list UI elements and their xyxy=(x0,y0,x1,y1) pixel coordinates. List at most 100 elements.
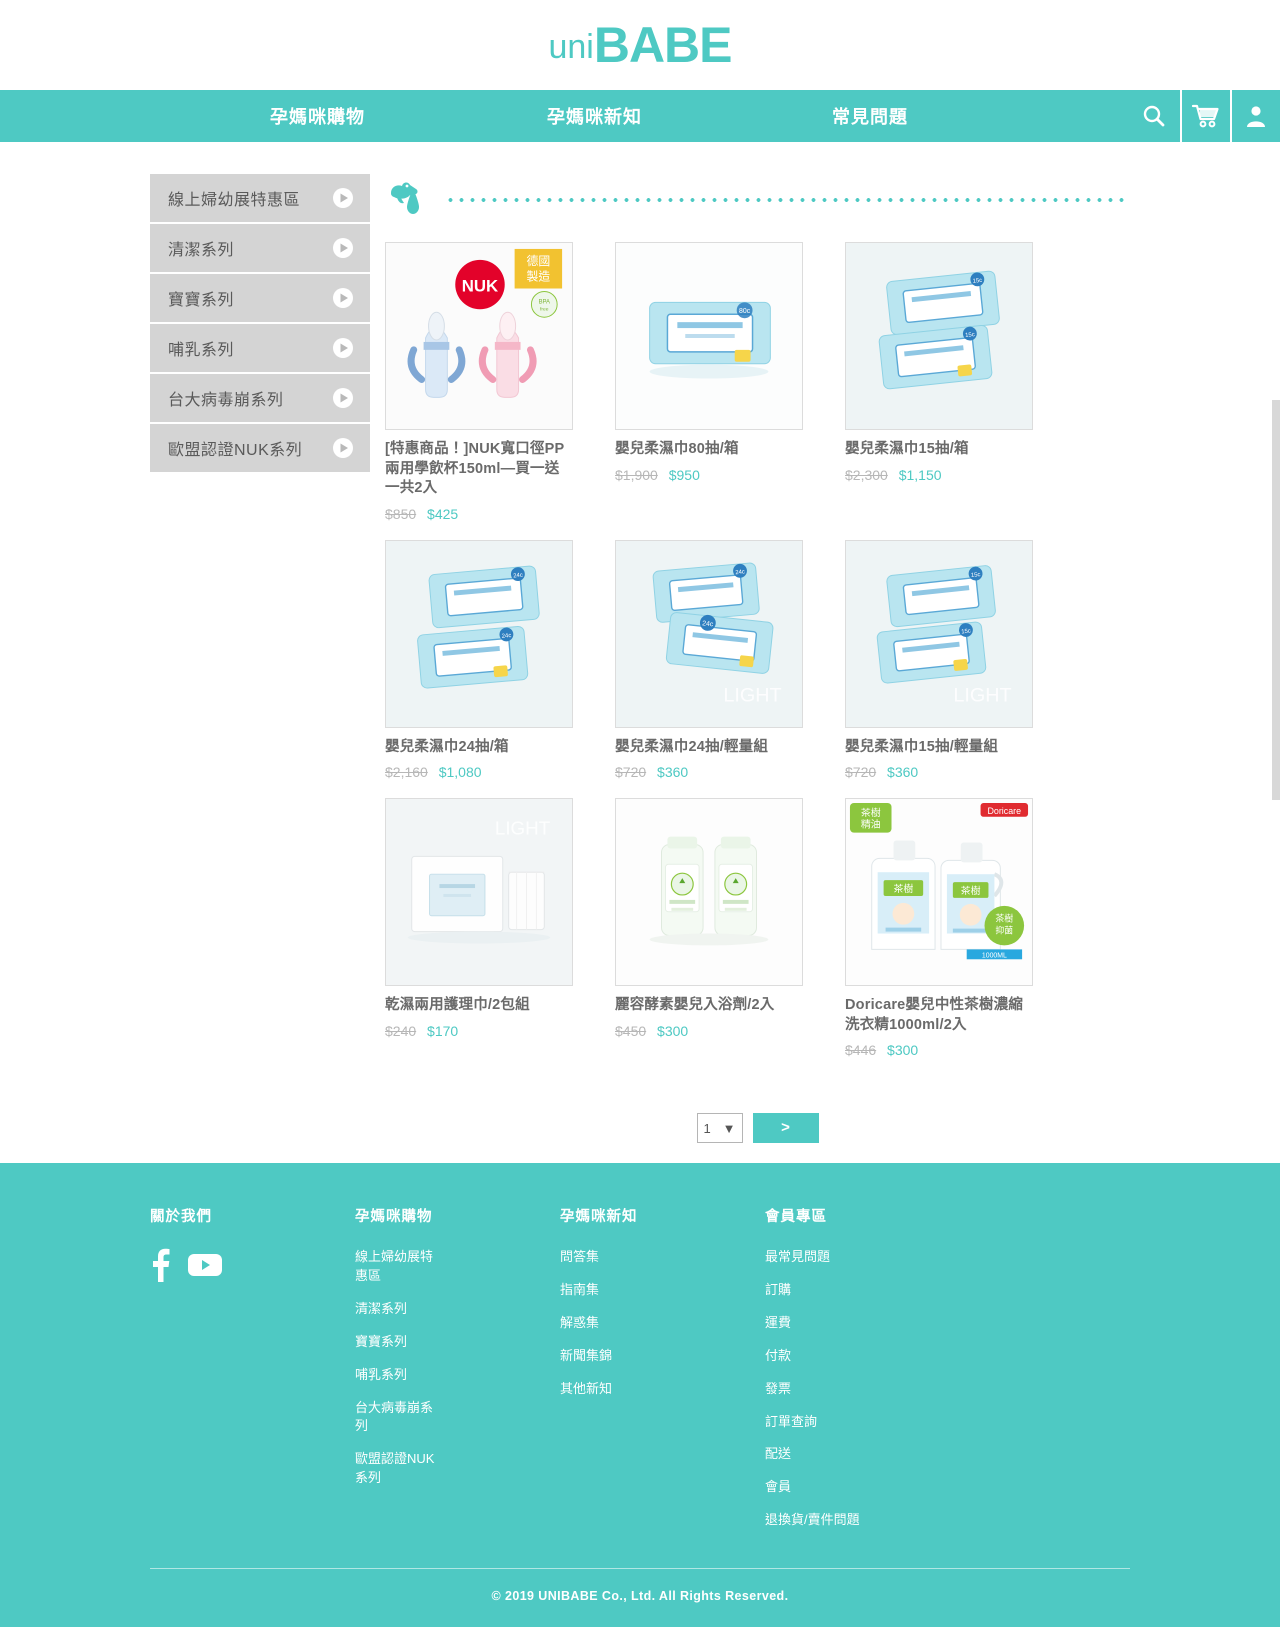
wipes-24-pair-illustration: 24c 24c xyxy=(386,540,572,727)
footer-link-member[interactable]: 退換貨/賣件問題 xyxy=(765,1511,875,1530)
product-card[interactable]: 麗容酵素嬰兒入浴劑/2入 $450 $300 xyxy=(615,798,803,1058)
product-image-wipes-15-light[interactable]: 15c 15c LIGHT xyxy=(845,539,1033,728)
footer-heading-shop: 孕媽咪購物 xyxy=(355,1209,433,1226)
product-card[interactable]: LIGHT 乾濕兩用護理巾/2包組 $240 $170 xyxy=(385,798,573,1058)
footer-link-shop[interactable]: 清潔系列 xyxy=(355,1300,445,1319)
page-scrollbar[interactable] xyxy=(1272,400,1280,800)
footer-link-news[interactable]: 問答集 xyxy=(560,1248,670,1267)
page-select-value: 1 xyxy=(703,1120,711,1136)
product-new-price: $1,080 xyxy=(438,764,482,781)
product-image-doricare-detergent[interactable]: 茶樹 精油 Doricare 茶樹 茶樹 茶樹 抑菌 1000ML xyxy=(845,798,1033,987)
footer-link-shop[interactable]: 歐盟認證NUK系列 xyxy=(355,1450,445,1488)
product-card[interactable]: 24c 24c 嬰兒柔濕巾24抽/箱 $2,160 $1,080 xyxy=(385,539,573,781)
product-title: 嬰兒柔濕巾15抽/輕量組 xyxy=(845,738,999,755)
logo-bar: uniBABE xyxy=(0,0,1280,90)
nav-item-faq[interactable]: 常見問題 xyxy=(832,103,908,129)
product-new-price: $360 xyxy=(887,764,919,781)
product-new-price: $170 xyxy=(427,1022,459,1039)
product-card[interactable]: 茶樹 精油 Doricare 茶樹 茶樹 茶樹 抑菌 1000ML Dorica… xyxy=(845,798,1033,1058)
youtube-icon[interactable] xyxy=(188,1252,222,1278)
play-circle-icon xyxy=(333,288,353,308)
play-circle-icon xyxy=(333,238,353,258)
product-old-price: $1,900 xyxy=(615,466,658,483)
footer-link-member[interactable]: 付款 xyxy=(765,1347,875,1366)
product-card[interactable]: 德國 製造 NUK BPA free [特惠商品！]NUK寬口徑PP兩用學飲杯1… xyxy=(385,242,573,522)
sidebar-item-label: 哺乳系列 xyxy=(168,342,235,359)
footer-link-member[interactable]: 訂單查詢 xyxy=(765,1413,875,1432)
product-image-nuk-learner-cups[interactable]: 德國 製造 NUK BPA free xyxy=(385,242,573,430)
svg-text:24c: 24c xyxy=(735,569,745,576)
footer-link-shop[interactable]: 哺乳系列 xyxy=(355,1366,445,1385)
sidebar-item-baby[interactable]: 寶寶系列 xyxy=(150,274,370,322)
svg-text:LIGHT: LIGHT xyxy=(723,684,781,706)
product-price-group: $850 $425 xyxy=(385,506,573,522)
wipes-80-single-illustration: 80c xyxy=(616,243,802,429)
product-card[interactable]: 24c 24c LIGHT 嬰兒柔濕巾24抽/輕量組 $720 $360 xyxy=(615,539,803,780)
logo-name: BABE xyxy=(593,17,733,73)
product-price-group: $450 $300 xyxy=(615,1023,803,1039)
product-old-price: $446 xyxy=(845,1042,877,1059)
sidebar-item-cleaning[interactable]: 清潔系列 xyxy=(150,224,370,272)
play-circle-icon xyxy=(333,188,353,208)
sidebar-item-antivirus[interactable]: 台大病毒崩系列 xyxy=(150,374,370,422)
footer-link-news[interactable]: 其他新知 xyxy=(560,1380,670,1399)
nav-item-shopping[interactable]: 孕媽咪購物 xyxy=(270,103,365,129)
footer-link-member[interactable]: 發票 xyxy=(765,1380,875,1399)
svg-text:LIGHT: LIGHT xyxy=(495,818,551,839)
play-circle-icon xyxy=(333,438,353,458)
footer-link-member[interactable]: 最常見問題 xyxy=(765,1248,875,1267)
site-logo[interactable]: uniBABE xyxy=(548,17,733,73)
svg-text:NUK: NUK xyxy=(462,276,498,295)
wipes-15-light-illustration: 15c 15c LIGHT xyxy=(846,540,1032,727)
copyright-text: © 2019 UNIBABE Co., Ltd. All Rights Rese… xyxy=(491,1588,789,1603)
product-card[interactable]: 15c 15c 嬰兒柔濕巾15抽/箱 $2,300 $1,150 xyxy=(845,242,1033,522)
footer-link-member[interactable]: 配送 xyxy=(765,1445,875,1464)
next-page-button[interactable]: > xyxy=(752,1113,819,1144)
product-new-price: $300 xyxy=(657,1022,689,1039)
svg-text:1000ML: 1000ML xyxy=(982,953,1007,960)
svg-text:Doricare: Doricare xyxy=(987,806,1021,816)
section-divider xyxy=(385,174,1130,220)
sidebar-item-label: 線上婦幼展特惠區 xyxy=(168,192,301,209)
product-title: 嬰兒柔濕巾24抽/箱 xyxy=(385,738,509,755)
svg-text:茶樹: 茶樹 xyxy=(995,913,1013,924)
product-image-wipes-15-pair[interactable]: 15c 15c xyxy=(845,242,1033,430)
user-icon[interactable] xyxy=(1230,90,1280,142)
product-card[interactable]: 80c 嬰兒柔濕巾80抽/箱 $1,900 $950 xyxy=(615,242,803,522)
nav-item-news[interactable]: 孕媽咪新知 xyxy=(547,103,642,129)
svg-text:茶樹: 茶樹 xyxy=(894,882,914,895)
footer-link-shop[interactable]: 台大病毒崩系列 xyxy=(355,1399,445,1437)
page-select[interactable]: 1 ▼ xyxy=(696,1113,743,1144)
product-image-wipes-24-light[interactable]: 24c 24c LIGHT xyxy=(615,539,803,728)
svg-text:茶樹: 茶樹 xyxy=(861,806,881,819)
product-image-bath-enzyme-bottles[interactable] xyxy=(615,798,803,987)
cart-icon[interactable] xyxy=(1180,90,1230,142)
product-image-wipes-24-pair[interactable]: 24c 24c xyxy=(385,539,573,728)
product-image-wipes-80-single[interactable]: 80c xyxy=(615,242,803,430)
footer-link-member[interactable]: 運費 xyxy=(765,1314,875,1333)
product-grid: 德國 製造 NUK BPA free [特惠商品！]NUK寬口徑PP兩用學飲杯1… xyxy=(385,242,1130,1058)
product-old-price: $2,300 xyxy=(845,466,888,483)
footer-link-shop[interactable]: 寶寶系列 xyxy=(355,1333,445,1352)
page-body: 線上婦幼展特惠區 清潔系列 寶寶系列 哺乳系列 台大病毒崩系列 歐盟認證NUK系… xyxy=(0,142,1280,1163)
product-title: 嬰兒柔濕巾24抽/輕量組 xyxy=(615,738,769,755)
site-footer: 關於我們 孕媽咪購物 線上婦幼展特惠區 清潔系列 寶寶系列 哺乳系列 台大病毒崩… xyxy=(0,1163,1280,1627)
product-card[interactable]: 15c 15c LIGHT 嬰兒柔濕巾15抽/輕量組 $720 $360 xyxy=(845,539,1033,781)
footer-heading-member: 會員專區 xyxy=(765,1209,827,1226)
footer-link-member[interactable]: 會員 xyxy=(765,1478,875,1497)
product-image-dry-wet-towels[interactable]: LIGHT xyxy=(385,798,573,987)
product-title: Doricare嬰兒中性茶樹濃縮洗衣精1000ml/2入 xyxy=(845,997,1024,1033)
sidebar-item-nuk[interactable]: 歐盟認證NUK系列 xyxy=(150,424,370,472)
footer-link-news[interactable]: 指南集 xyxy=(560,1281,670,1300)
svg-text:80c: 80c xyxy=(739,308,751,315)
search-icon[interactable] xyxy=(1128,90,1180,142)
svg-text:24c: 24c xyxy=(702,620,714,628)
footer-link-news[interactable]: 新聞集錦 xyxy=(560,1347,670,1366)
footer-link-shop[interactable]: 線上婦幼展特惠區 xyxy=(355,1248,445,1286)
sidebar-item-expo[interactable]: 線上婦幼展特惠區 xyxy=(150,174,370,222)
product-new-price: $950 xyxy=(668,466,700,483)
footer-link-news[interactable]: 解惑集 xyxy=(560,1314,670,1333)
footer-link-member[interactable]: 訂購 xyxy=(765,1281,875,1300)
sidebar-item-nursing[interactable]: 哺乳系列 xyxy=(150,324,370,372)
facebook-icon[interactable] xyxy=(150,1248,170,1283)
